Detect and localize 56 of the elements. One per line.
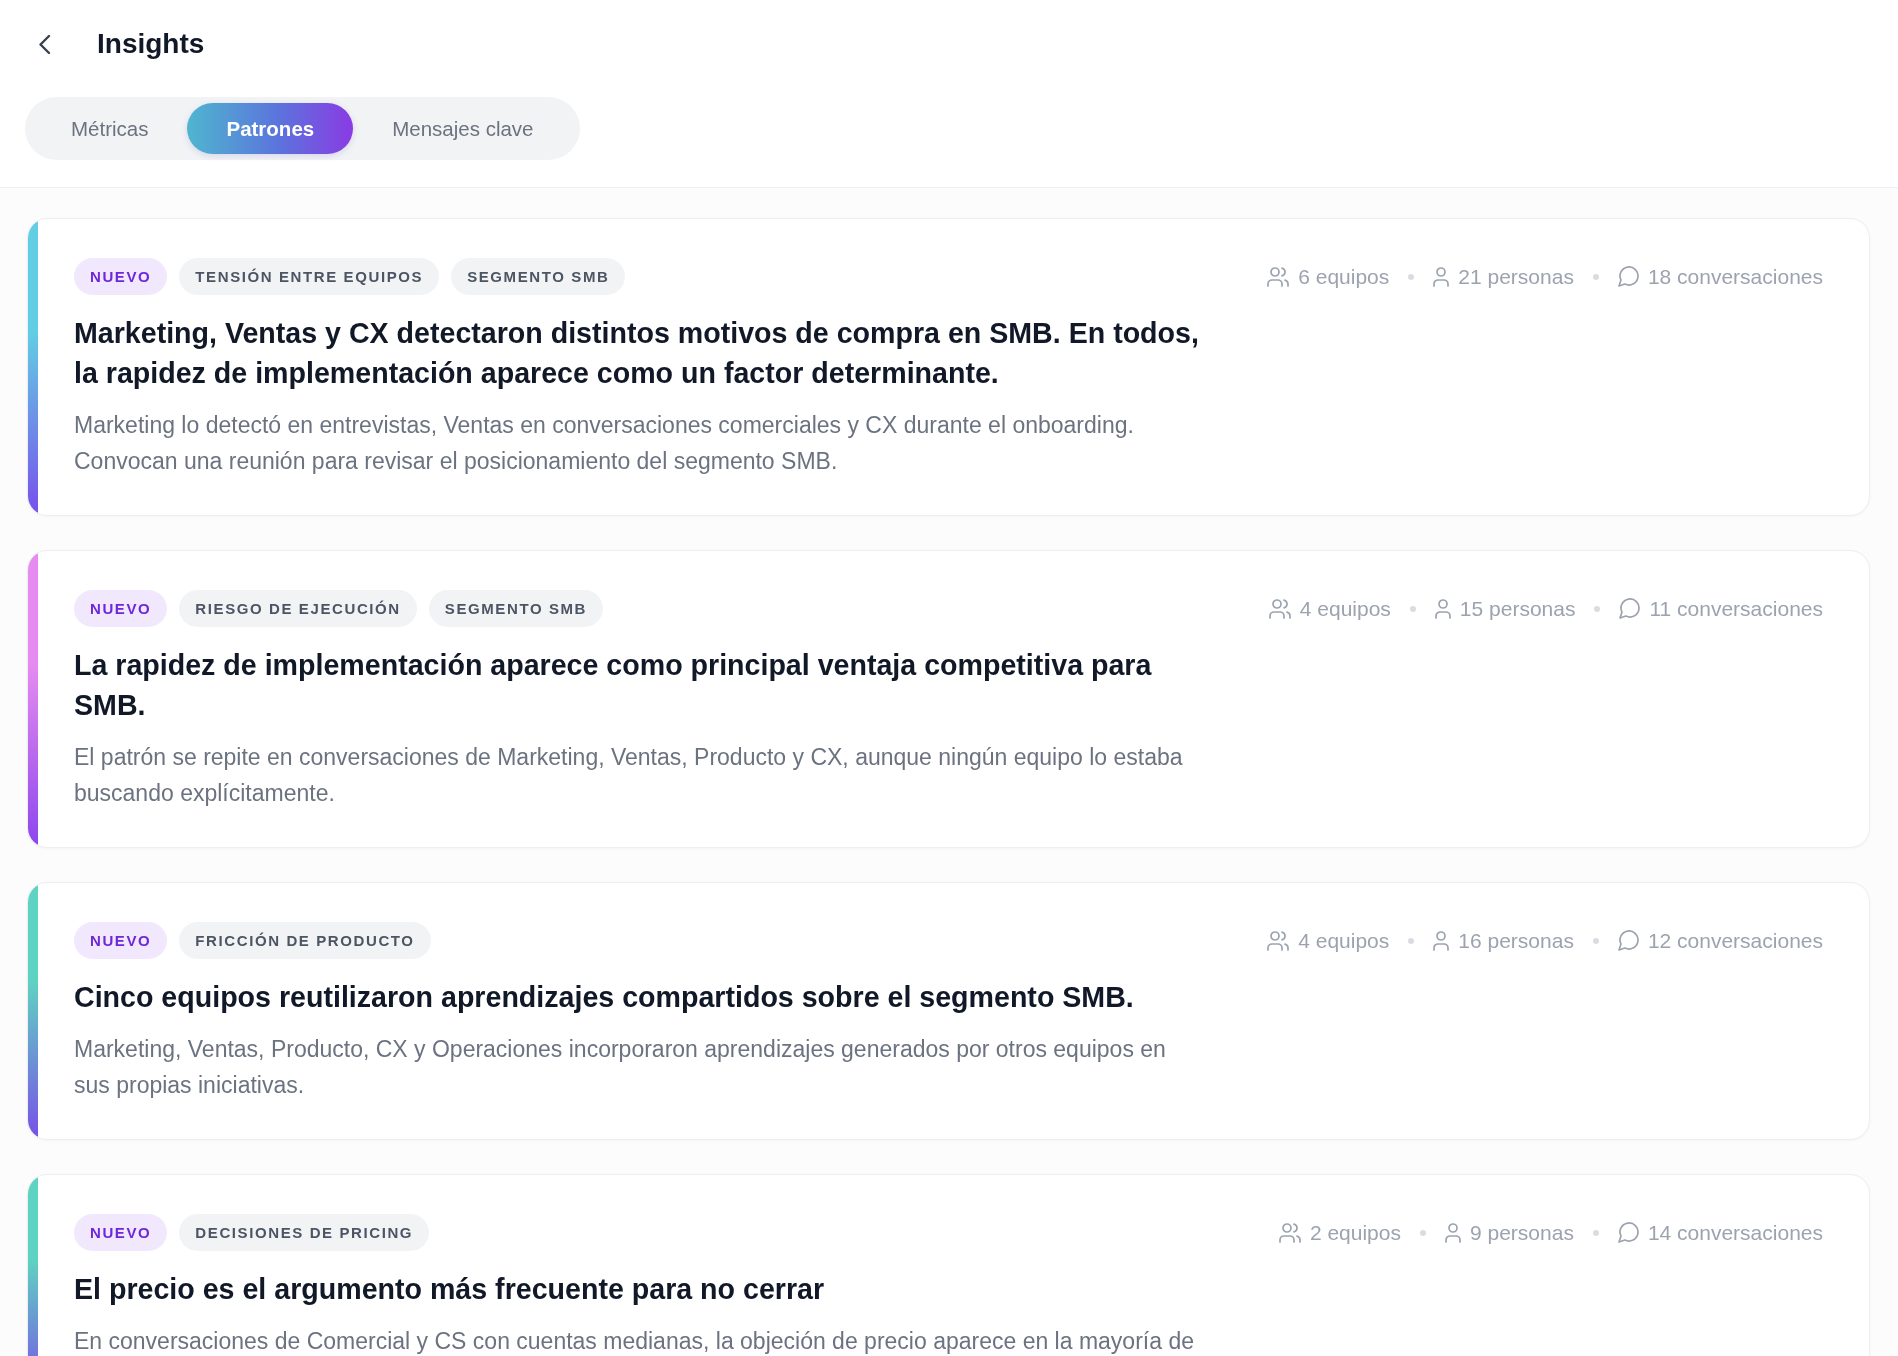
chat-bubble-icon xyxy=(1617,930,1639,951)
team-count: 2 equipos xyxy=(1309,1220,1401,1245)
chevron-left-icon xyxy=(38,33,51,55)
status-tag: NUEVO xyxy=(74,258,168,295)
users-icon xyxy=(1268,598,1291,619)
team-count: 6 equipos xyxy=(1298,264,1390,289)
insight-description: El patrón se repite en conversaciones de Marketing, Ventas, Producto y CX, aunque ningún equipo lo estaba buscando explícitamente. xyxy=(74,743,1184,808)
people-count: 16 personas xyxy=(1458,928,1574,953)
insight-description: Marketing lo detectó en entrevistas, Ventas en conversaciones comerciales y CX durante el onboarding. Convocan una reunión para revisar el posicionamiento del segmento SMB. xyxy=(74,411,1135,476)
insight-description: Marketing, Ventas, Producto, CX y Operaciones incorporaron aprendizajes generados por otros equipos en sus propias iniciativas. xyxy=(74,1035,1167,1100)
separator-dot-icon xyxy=(1592,273,1599,280)
chat-bubble-icon xyxy=(1617,266,1639,287)
conversation-count: 18 conversaciones xyxy=(1647,264,1823,289)
conversation-count: 11 conversaciones xyxy=(1649,596,1823,621)
insight-description: En conversaciones de Comercial y CS con cuentas medianas, la objeción de precio aparece en la mayoría de xyxy=(74,1327,1195,1356)
conversation-count: 14 conversaciones xyxy=(1647,1220,1823,1245)
insight-title: El precio es el argumento más frecuente para no cerrar xyxy=(74,1272,826,1307)
topic-tag: DECISIONES DE PRICING xyxy=(179,1214,430,1251)
status-tag: NUEVO xyxy=(74,590,168,627)
tab[interactable]: Métricas xyxy=(32,103,188,154)
insight-title: La rapidez de implementación aparece como principal ventaja competitiva para SMB. xyxy=(74,648,1153,723)
chat-bubble-icon xyxy=(1617,1222,1639,1243)
users-icon xyxy=(1267,266,1290,287)
tab[interactable]: Patrones xyxy=(187,103,354,154)
topic-tag: RIESGO DE EJECUCIÓN xyxy=(179,590,417,627)
topic-tag: FRICCIÓN DE PRODUCTO xyxy=(179,922,431,959)
status-tag: NUEVO xyxy=(74,1214,168,1251)
team-count: 4 equipos xyxy=(1298,928,1390,953)
tab[interactable]: Mensajes clave xyxy=(353,103,573,154)
users-icon xyxy=(1278,1222,1301,1243)
insight-title: Marketing, Ventas y CX detectaron distintos motivos de compra en SMB. En todos, la rapidez de implementación aparece como un factor determinante. xyxy=(74,316,1200,391)
conversation-count: 12 conversaciones xyxy=(1647,928,1823,953)
separator-dot-icon xyxy=(1592,1229,1599,1236)
separator-dot-icon xyxy=(1592,937,1599,944)
separator-dot-icon xyxy=(1409,605,1416,612)
chat-bubble-icon xyxy=(1619,598,1641,619)
status-tag: NUEVO xyxy=(74,922,168,959)
people-count: 9 personas xyxy=(1470,1220,1574,1245)
user-icon xyxy=(1434,598,1451,619)
back-button[interactable] xyxy=(38,33,51,55)
insight-title: Cinco equipos reutilizaron aprendizajes compartidos sobre el segmento SMB. xyxy=(74,980,1135,1015)
people-count: 21 personas xyxy=(1458,264,1574,289)
page-title: Insights xyxy=(97,27,205,61)
separator-dot-icon xyxy=(1408,937,1415,944)
topic-tag: SEGMENTO SMB xyxy=(451,258,626,295)
separator-dot-icon xyxy=(1420,1229,1426,1236)
user-icon xyxy=(1433,266,1450,287)
team-count: 4 equipos xyxy=(1299,596,1391,621)
topic-tag: SEGMENTO SMB xyxy=(428,590,604,627)
user-icon xyxy=(1433,930,1450,951)
user-icon xyxy=(1445,1222,1461,1243)
separator-dot-icon xyxy=(1408,273,1415,280)
people-count: 15 personas xyxy=(1459,596,1576,621)
separator-dot-icon xyxy=(1594,605,1601,612)
topic-tag: TENSIÓN ENTRE EQUIPOS xyxy=(179,258,440,295)
users-icon xyxy=(1267,930,1290,951)
